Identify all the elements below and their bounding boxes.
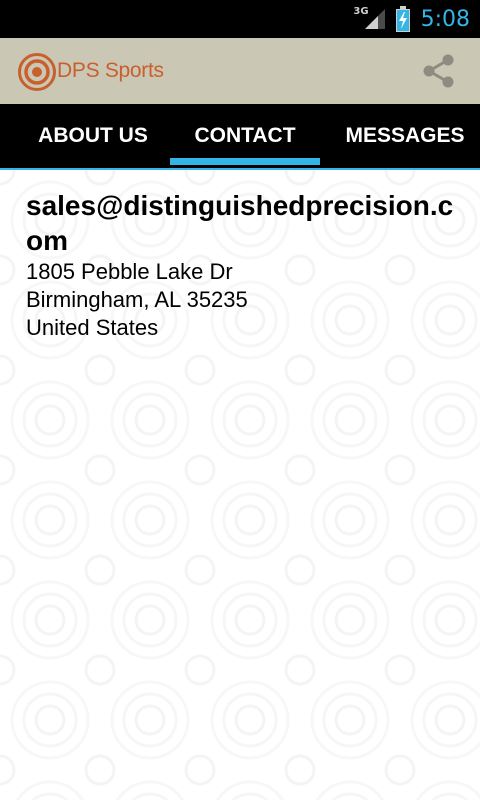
clock: 5:08 [420, 6, 470, 32]
status-bar: 3G 5:08 [0, 0, 480, 38]
tab-about-us[interactable]: ABOUT US [18, 104, 168, 168]
address-country: United States [26, 315, 159, 340]
tab-messages[interactable]: MESSAGES [330, 104, 480, 168]
app-title: DPS Sports [57, 59, 164, 82]
share-icon [423, 54, 454, 88]
status-icons: 3G 5:08 [353, 0, 470, 38]
battery-charging-icon [395, 6, 410, 32]
target-logo-icon[interactable] [18, 53, 56, 91]
contact-page: sales@distinguishedprecision.com 1805 Pe… [0, 170, 480, 800]
address-street: 1805 Pebble Lake Dr [26, 259, 233, 284]
address-city: Birmingham, AL 35235 [26, 287, 248, 312]
share-button[interactable] [420, 52, 458, 90]
contact-info: sales@distinguishedprecision.com 1805 Pe… [26, 188, 466, 342]
action-bar: DPS Sports [0, 38, 480, 104]
email-link[interactable]: sales@distinguishedprecision.com [26, 188, 466, 258]
network-type-label: 3G [353, 5, 369, 17]
selected-tab-indicator [170, 158, 320, 165]
